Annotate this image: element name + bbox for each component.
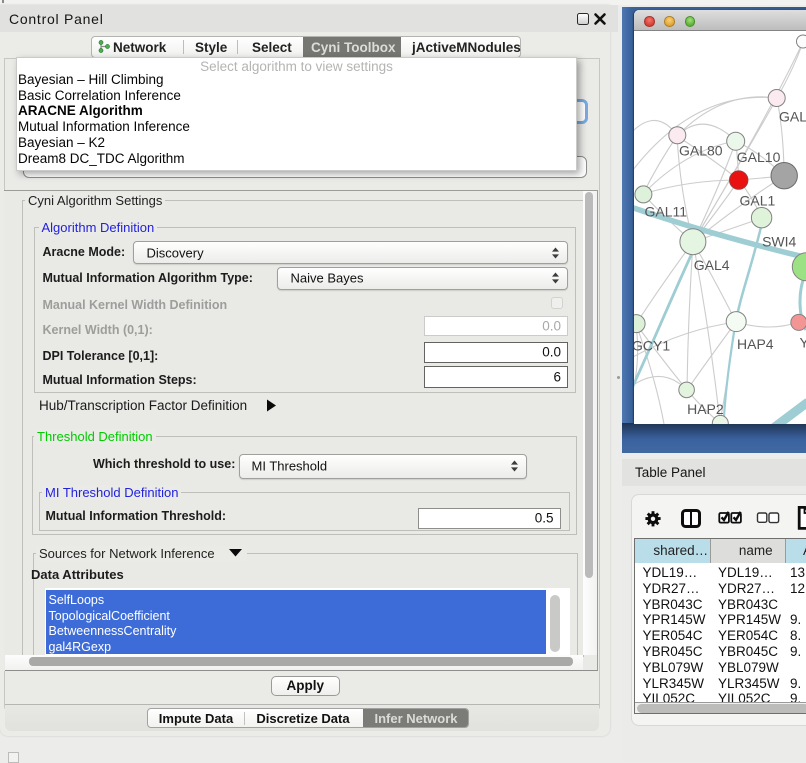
svg-text:GAL11: GAL11 bbox=[645, 203, 688, 219]
svg-text:GCY1: GCY1 bbox=[634, 337, 670, 353]
svg-text:GAL7: GAL7 bbox=[779, 108, 806, 124]
svg-text:HAP2: HAP2 bbox=[687, 401, 724, 417]
svg-text:GAL4: GAL4 bbox=[694, 257, 730, 273]
svg-text:Y: Y bbox=[800, 334, 806, 350]
svg-text:GAL80: GAL80 bbox=[679, 142, 723, 158]
svg-text:GAL10: GAL10 bbox=[737, 149, 781, 165]
svg-text:GAL1: GAL1 bbox=[740, 192, 776, 208]
svg-text:HAP4: HAP4 bbox=[737, 336, 774, 352]
svg-text:SWI4: SWI4 bbox=[762, 233, 796, 249]
